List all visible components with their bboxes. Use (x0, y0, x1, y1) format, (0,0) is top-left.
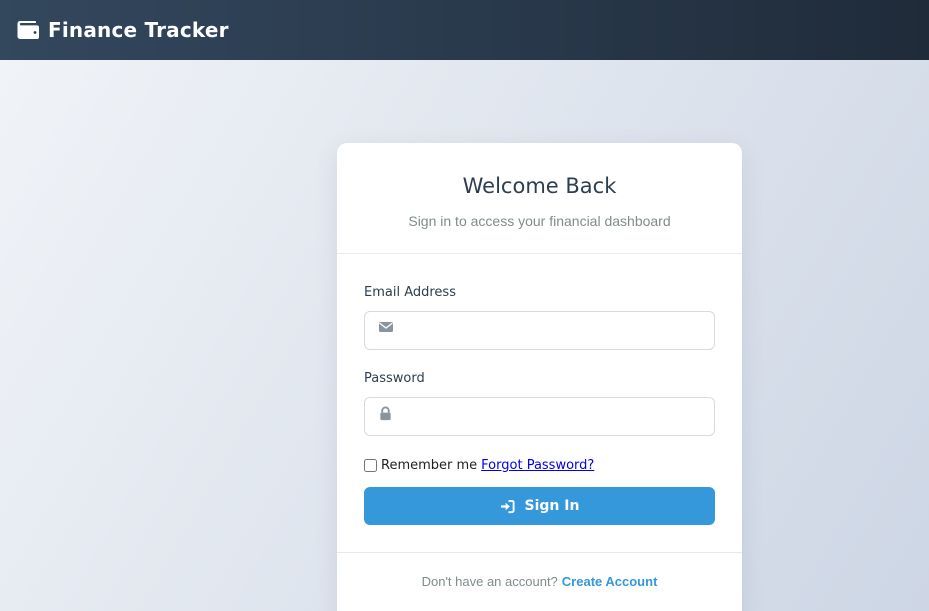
no-account-text: Don't have an account? (421, 574, 558, 589)
password-label: Password (364, 371, 425, 386)
email-field-wrapper (364, 311, 715, 350)
remember-row: Remember me Forgot Password? (364, 458, 594, 473)
remember-me-checkbox[interactable] (364, 459, 377, 472)
email-label: Email Address (364, 285, 456, 300)
wallet-icon (17, 21, 39, 39)
login-card-header: Welcome Back Sign in to access your fina… (337, 143, 742, 254)
top-navbar: Finance Tracker (0, 0, 929, 60)
create-account-link[interactable]: Create Account (562, 574, 658, 589)
login-subtitle: Sign in to access your financial dashboa… (408, 213, 671, 229)
sign-in-button[interactable]: Sign In (364, 487, 715, 525)
app-title: Finance Tracker (48, 18, 229, 42)
remember-me-label[interactable]: Remember me (381, 458, 477, 473)
login-card-footer: Don't have an account? Create Account (337, 552, 742, 589)
password-field-wrapper (364, 397, 715, 436)
login-title: Welcome Back (462, 174, 617, 198)
brand[interactable]: Finance Tracker (17, 18, 229, 42)
forgot-password-link[interactable]: Forgot Password? (481, 458, 594, 473)
sign-in-label: Sign In (524, 498, 580, 514)
login-card: Welcome Back Sign in to access your fina… (337, 143, 742, 611)
email-input[interactable] (365, 312, 714, 349)
sign-in-icon (500, 499, 515, 513)
password-input[interactable] (365, 398, 714, 435)
